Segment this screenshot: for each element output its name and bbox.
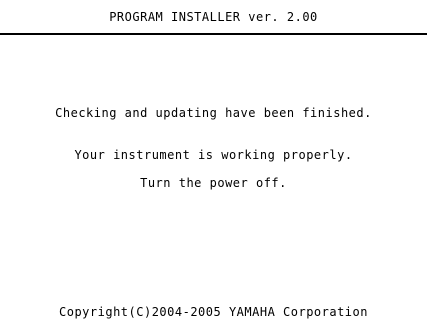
power-off-instruction: Turn the power off. xyxy=(140,176,287,190)
finished-message: Checking and updating have been finished… xyxy=(55,106,372,120)
installer-screen: PROGRAM INSTALLER ver. 2.00 Checking and… xyxy=(0,0,427,327)
status-message: Your instrument is working properly. xyxy=(74,148,353,162)
copyright-text: Copyright(C)2004-2005 YAMAHA Corporation xyxy=(59,305,368,319)
title-bar: PROGRAM INSTALLER ver. 2.00 xyxy=(0,0,427,35)
window-title: PROGRAM INSTALLER ver. 2.00 xyxy=(109,9,318,24)
